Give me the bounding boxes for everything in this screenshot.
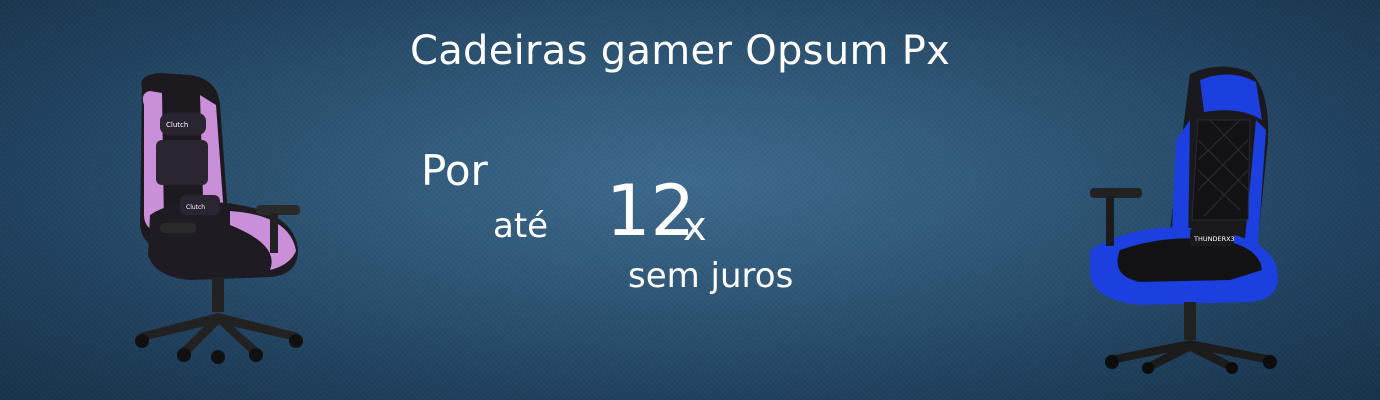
chair-seat-logo: Clutch [186, 204, 205, 211]
installments-number: 12 [606, 170, 696, 252]
interest-free-text: sem juros [628, 256, 794, 296]
headline: Cadeiras gamer Opsum Px [410, 28, 951, 74]
chair-logo: Clutch [166, 121, 188, 129]
blue-gaming-chair-icon: THUNDERX3 [1090, 66, 1279, 374]
promo-banner: Clutch Clutch THUNDERX3 Cadeiras gamer O… [0, 0, 1380, 400]
installments-suffix: x [683, 204, 707, 250]
pink-gaming-chair-icon: Clutch Clutch [135, 73, 303, 364]
chair-logo: THUNDERX3 [1193, 235, 1235, 243]
offer-ate-text: até [493, 206, 549, 246]
offer-por-text: Por [421, 146, 488, 195]
